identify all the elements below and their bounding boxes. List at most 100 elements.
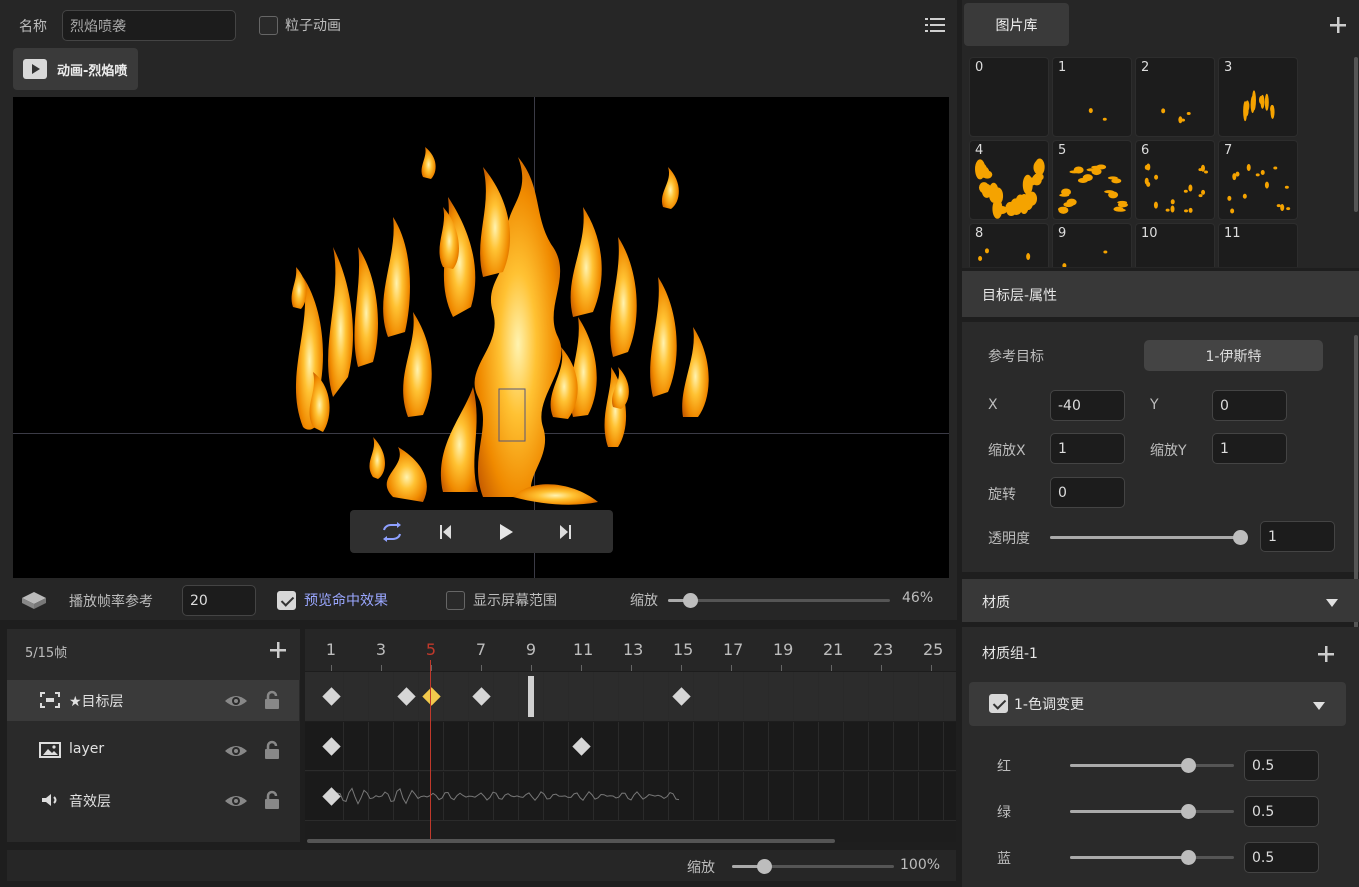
fire-effect-image	[291, 147, 709, 505]
layer-track[interactable]	[305, 672, 956, 721]
thumbnail-index: 2	[1141, 60, 1150, 75]
lock-icon[interactable]	[263, 740, 281, 760]
preview-hit-label: 预览命中效果	[304, 593, 388, 609]
lock-icon[interactable]	[263, 790, 281, 810]
keyframe[interactable]	[322, 737, 341, 756]
scale-x-input[interactable]: 1	[1050, 433, 1125, 464]
layer-row[interactable]: ★目标层	[7, 680, 299, 721]
chevron-down-icon[interactable]	[1312, 699, 1326, 710]
ruler-tick-label: 5	[425, 640, 437, 659]
red-slider[interactable]	[1070, 758, 1234, 773]
green-input[interactable]: 0.5	[1244, 796, 1319, 827]
preview-hit-checkbox[interactable]	[277, 591, 296, 610]
add-material-button[interactable]	[1317, 645, 1335, 663]
keyframe[interactable]	[322, 687, 341, 706]
keyframe[interactable]	[397, 687, 416, 706]
play-button[interactable]	[498, 523, 514, 541]
step-forward-icon[interactable]	[558, 524, 572, 540]
y-input[interactable]: 0	[1212, 390, 1287, 421]
image-thumbnail[interactable]: 9	[1052, 223, 1132, 267]
blue-slider[interactable]	[1070, 850, 1234, 865]
layer-track[interactable]	[305, 722, 956, 771]
image-thumbnail[interactable]: 3	[1218, 57, 1298, 137]
red-knob[interactable]	[1181, 758, 1197, 773]
step-back-icon[interactable]	[439, 524, 453, 540]
thumbnail-index: 10	[1141, 226, 1158, 241]
timeline-zoom-label: 缩放	[687, 860, 715, 876]
timeline-zoom-slider[interactable]	[732, 859, 894, 874]
layer-name: ★目标层	[69, 694, 124, 710]
library-scrollbar[interactable]	[1354, 57, 1358, 212]
layer-row[interactable]: layer	[7, 730, 299, 771]
particle-checkbox[interactable]	[259, 16, 278, 35]
image-thumbnail[interactable]: 8	[969, 223, 1049, 267]
blue-knob[interactable]	[1181, 850, 1197, 865]
blue-input[interactable]: 0.5	[1244, 842, 1319, 873]
red-input[interactable]: 0.5	[1244, 750, 1319, 781]
keyframe[interactable]	[572, 737, 591, 756]
playhead[interactable]	[430, 660, 431, 842]
thumbnail-index: 3	[1224, 60, 1233, 75]
keyframe[interactable]	[422, 687, 441, 706]
thumbnail-index: 9	[1058, 226, 1067, 241]
eye-icon[interactable]	[223, 742, 249, 760]
scale-y-label: 缩放Y	[1150, 443, 1187, 459]
ref-target-label: 参考目标	[988, 349, 1044, 365]
scale-y-input[interactable]: 1	[1212, 433, 1287, 464]
alpha-input[interactable]: 1	[1260, 521, 1335, 552]
preview-canvas[interactable]	[13, 97, 949, 578]
ruler-tick	[581, 665, 582, 671]
rotation-input[interactable]: 0	[1050, 477, 1125, 508]
material-item-checkbox[interactable]	[989, 694, 1008, 713]
image-thumbnail[interactable]: 1	[1052, 57, 1132, 137]
x-input[interactable]: -40	[1050, 390, 1125, 421]
image-thumbnail[interactable]: 10	[1135, 223, 1215, 267]
frame-marker[interactable]	[528, 676, 534, 717]
green-slider[interactable]	[1070, 804, 1234, 819]
loop-icon[interactable]	[380, 521, 404, 543]
screen-range-checkbox[interactable]	[446, 591, 465, 610]
ruler-tick	[881, 665, 882, 671]
eraser-icon[interactable]	[20, 590, 48, 610]
anim-tab-label: 动画-烈焰喷	[57, 63, 128, 79]
timeline-scrollbar[interactable]	[307, 839, 835, 843]
material-item-label: 1-色调变更	[1014, 697, 1084, 713]
ruler-tick-label: 19	[773, 640, 794, 659]
timeline-ruler[interactable]: 1 3 5 7 9 11 13 15 17 19 21 23 25	[305, 629, 956, 671]
alpha-knob[interactable]	[1233, 530, 1248, 545]
layer-name: layer	[69, 741, 105, 757]
eye-icon[interactable]	[223, 692, 249, 710]
playback-bar	[350, 510, 613, 553]
name-input[interactable]: 烈焰喷袭	[62, 10, 236, 41]
green-knob[interactable]	[1181, 804, 1197, 819]
material-header[interactable]	[962, 579, 1359, 622]
preview-zoom-slider[interactable]	[668, 593, 890, 608]
chevron-down-icon[interactable]	[1325, 596, 1339, 607]
ref-target-button[interactable]: 1-伊斯特	[1144, 340, 1323, 371]
eye-icon[interactable]	[223, 792, 249, 810]
library-tab[interactable]: 图片库	[964, 3, 1069, 46]
image-thumbnail[interactable]: 2	[1135, 57, 1215, 137]
anim-tab[interactable]: 动画-烈焰喷	[13, 48, 138, 90]
layer-row[interactable]: 音效层	[7, 780, 299, 821]
thumbnail-index: 8	[975, 226, 984, 241]
keyframe[interactable]	[472, 687, 491, 706]
add-image-button[interactable]	[1329, 16, 1347, 34]
image-thumbnail[interactable]: 6	[1135, 140, 1215, 220]
audio-waveform	[331, 787, 680, 805]
fps-input[interactable]: 20	[182, 585, 256, 616]
lock-icon[interactable]	[263, 690, 281, 710]
add-layer-button[interactable]	[269, 641, 287, 659]
layer-track[interactable]	[305, 772, 956, 821]
alpha-slider[interactable]	[1050, 530, 1248, 545]
image-thumbnail[interactable]: 7	[1218, 140, 1298, 220]
list-icon[interactable]	[925, 17, 945, 33]
alpha-label: 透明度	[988, 531, 1030, 547]
keyframe[interactable]	[672, 687, 691, 706]
x-label: X	[988, 397, 998, 413]
image-thumbnail[interactable]: 4	[969, 140, 1049, 220]
image-thumbnail[interactable]: 0	[969, 57, 1049, 137]
image-thumbnail[interactable]: 11	[1218, 223, 1298, 267]
image-thumbnail[interactable]: 5	[1052, 140, 1132, 220]
thumbnail-index: 0	[975, 60, 984, 75]
